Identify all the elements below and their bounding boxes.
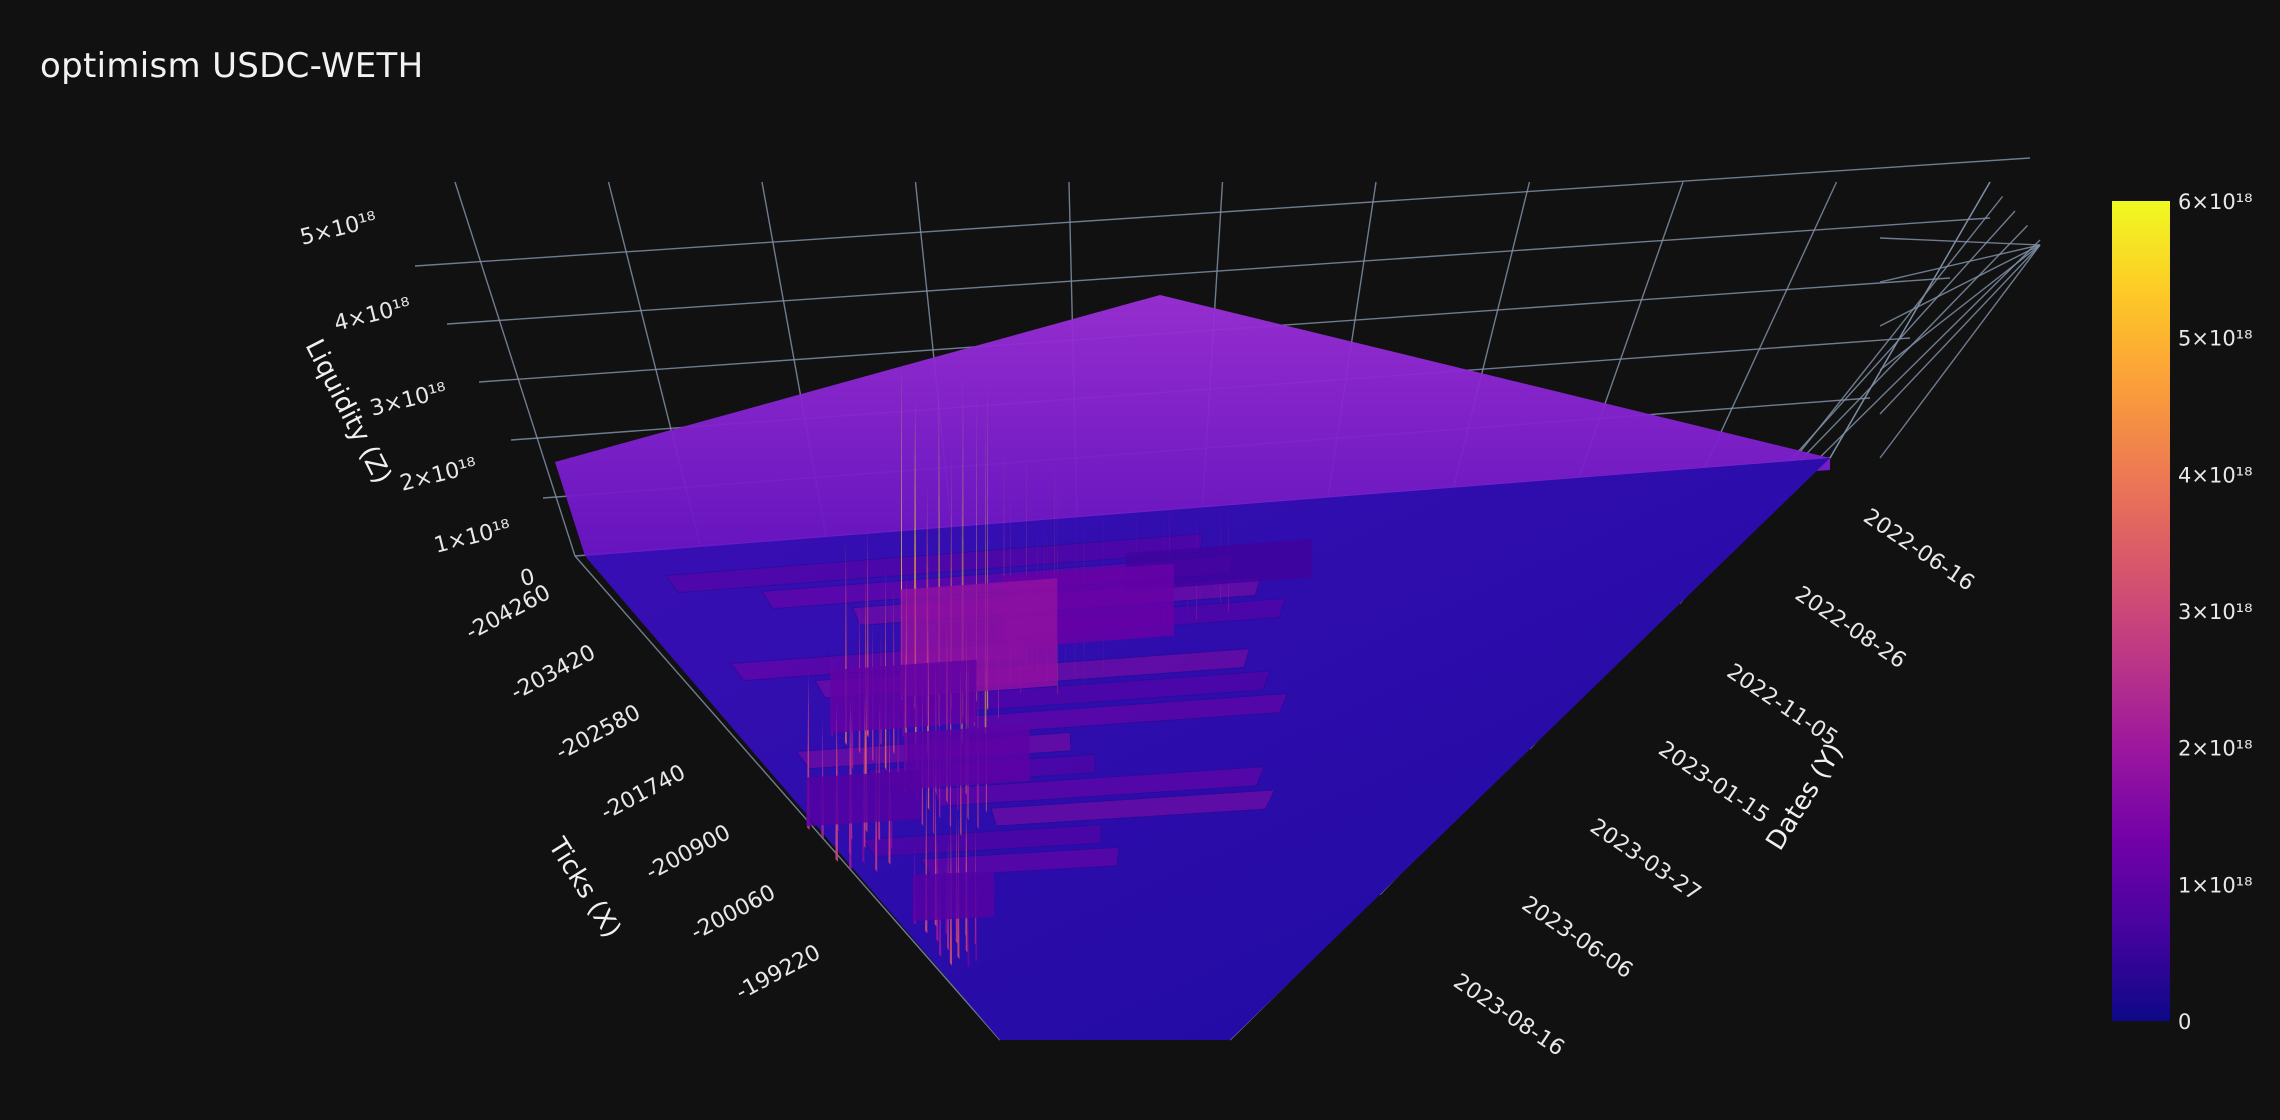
x-tick-label: -200900 xyxy=(642,820,735,885)
x-tick-label: -202580 xyxy=(552,700,645,765)
y-tick-label: 2023-03-27 xyxy=(1585,814,1705,906)
y-tick-label: 2022-11-05 xyxy=(1722,659,1842,751)
colorbar-tick-label: 3×10¹⁸ xyxy=(2178,600,2253,624)
z-tick-label: 2×10¹⁸ xyxy=(398,454,480,497)
colorbar-tick-label: 2×10¹⁸ xyxy=(2178,737,2253,761)
peak-base xyxy=(806,770,922,827)
z-tick-label: 4×10¹⁸ xyxy=(332,294,414,337)
colorbar-tick-label: 5×10¹⁸ xyxy=(2178,327,2253,351)
x-tick-label: -199220 xyxy=(732,940,825,1005)
peak-base xyxy=(912,870,995,921)
y-tick-label: 2023-01-15 xyxy=(1654,737,1774,829)
y-tick-label: 2022-06-16 xyxy=(1859,504,1979,596)
x-tick-label: -201740 xyxy=(597,760,690,825)
y-tick-label: 2023-08-16 xyxy=(1449,969,1569,1061)
z-tick-label: 5×10¹⁸ xyxy=(298,208,380,251)
colorbar-gradient xyxy=(2112,201,2170,1021)
z-tick-label: 1×10¹⁸ xyxy=(432,516,514,559)
colorbar: 0 1×10¹⁸ 2×10¹⁸ 3×10¹⁸ 4×10¹⁸ 5×10¹⁸ 6×10¹⁸ xyxy=(2112,190,2253,1034)
peak-base xyxy=(903,724,1030,790)
surface-floor xyxy=(555,295,1830,1040)
colorbar-tick-label: 0 xyxy=(2178,1010,2191,1034)
x-axis-title: Ticks (X) xyxy=(542,832,627,943)
surface-plot-3d[interactable]: 01×10¹⁸2×10¹⁸3×10¹⁸4×10¹⁸5×10¹⁸ -204260-… xyxy=(0,0,2280,1120)
colorbar-tick-label: 1×10¹⁸ xyxy=(2178,873,2253,897)
x-tick-label: -204260 xyxy=(462,580,555,645)
x-tick-label: -200060 xyxy=(687,880,780,945)
y-tick-label: 2022-08-26 xyxy=(1790,582,1910,674)
surface-floor-plane xyxy=(585,458,1830,1040)
x-tick-label: -203420 xyxy=(507,640,600,705)
colorbar-tick-label: 6×10¹⁸ xyxy=(2178,190,2253,214)
y-tick-label: 2023-06-06 xyxy=(1517,892,1637,984)
z-tick-label: 3×10¹⁸ xyxy=(368,379,450,422)
peak-base xyxy=(830,659,977,733)
colorbar-tick-label: 4×10¹⁸ xyxy=(2178,463,2253,487)
colorbar-ticks: 0 1×10¹⁸ 2×10¹⁸ 3×10¹⁸ 4×10¹⁸ 5×10¹⁸ 6×10¹⁸ xyxy=(2178,190,2253,1034)
y-axis-title: Dates (Y) xyxy=(1760,738,1849,856)
